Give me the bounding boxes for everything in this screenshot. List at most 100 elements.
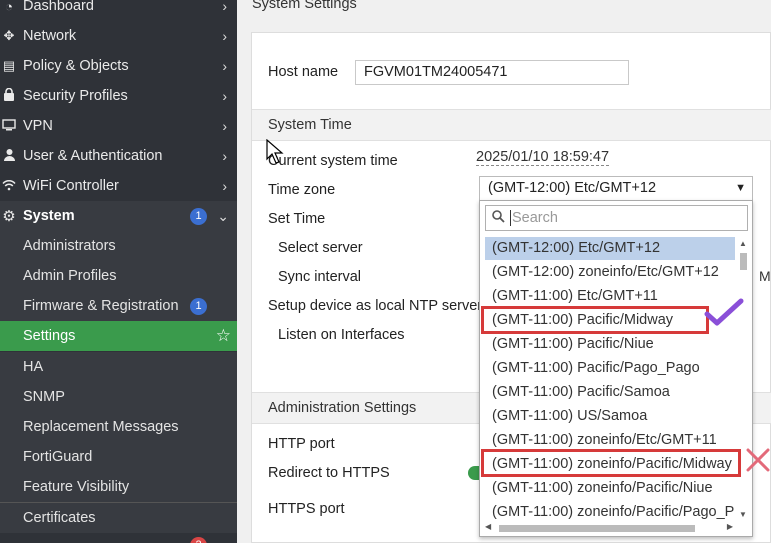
notification-badge: 1 [190,297,207,315]
timezone-option[interactable]: (GMT-11:00) Pacific/Samoa [485,381,735,404]
sidebar-item-label: Firmware & Registration [23,298,179,314]
sidebar-item-snmp[interactable]: SNMP [0,382,237,412]
sidebar-item-label: System [23,208,75,224]
scroll-up-icon[interactable]: ▲ [739,239,747,248]
highlight-box-zoneinfo-midway [481,449,741,477]
sidebar-item-label: VPN [23,118,53,134]
sidebar-item-label: Feature Visibility [23,479,130,495]
sidebar-item-firmware-registration[interactable]: Firmware & Registration 1 [0,291,237,321]
system-time-section-header: System Time [252,109,771,141]
sidebar-item-settings[interactable]: Settings ☆ [0,321,237,351]
scroll-left-icon[interactable]: ◀ [485,522,491,531]
timezone-label: Time zone [268,182,336,198]
ntp-server-label: Setup device as local NTP server [268,298,483,314]
set-time-label: Set Time [268,211,326,227]
user-icon [0,148,18,164]
network-icon: ✥ [3,28,15,43]
vertical-scrollbar[interactable]: ▲ ▼ [737,239,749,519]
notification-badge: 2 [190,537,207,543]
chevron-right-icon: › [222,178,227,194]
sidebar-item-certificates[interactable]: Certificates [0,503,237,533]
timezone-search-input[interactable]: Search [485,205,748,231]
sidebar-item-label: Administrators [23,238,116,254]
sidebar-item-network[interactable]: ✥ Network › [0,21,237,51]
https-port-label: HTTPS port [268,501,345,517]
sidebar-item-label: SNMP [23,389,65,405]
chevron-right-icon: › [222,0,227,14]
timezone-option[interactable]: (GMT-11:00) Pacific/Pago_Pago [485,357,735,380]
monitor-icon [0,118,18,134]
horizontal-scrollbar[interactable]: ◀ ▶ [485,522,733,534]
chevron-right-icon: › [222,88,227,104]
timezone-option[interactable]: (GMT-11:00) zoneinfo/Pacific/Niue [485,477,735,500]
lock-icon [0,87,18,104]
policy-icon: ▤ [2,58,16,73]
sidebar-item-fortiguard[interactable]: FortiGuard [0,442,237,472]
wifi-icon [0,179,18,194]
sidebar-item-security-profiles[interactable]: Security Profiles › [0,81,237,111]
chevron-right-icon: › [222,58,227,74]
sidebar-item-label: FortiGuard [23,449,93,465]
timezone-option[interactable]: (GMT-11:00) zoneinfo/Pacific/Pago_Pago [485,501,735,524]
truncated-text: M [759,268,771,284]
sidebar-item-feature-visibility[interactable]: Feature Visibility [0,472,237,502]
chevron-right-icon: › [222,118,227,134]
sidebar-item-label: HA [23,359,44,375]
select-server-label: Select server [278,240,363,256]
http-port-label: HTTP port [268,436,335,452]
sidebar-item-label: User & Authentication [23,148,163,164]
sidebar-item-partial[interactable]: 2 [0,533,237,543]
sidebar-item-label: Replacement Messages [23,419,179,435]
cross-icon [746,448,770,472]
sidebar-item-policy-objects[interactable]: ▤ Policy & Objects › [0,51,237,81]
sidebar-nav: ◔ Dashboard › ✥ Network › ▤ Policy & Obj… [0,0,237,543]
chevron-right-icon: › [222,148,227,164]
hostname-label: Host name [268,64,339,80]
scrollbar-thumb[interactable] [499,525,695,532]
sidebar-item-vpn[interactable]: VPN › [0,111,237,141]
star-icon[interactable]: ☆ [216,326,231,346]
search-icon [492,210,505,226]
sidebar-item-admin-profiles[interactable]: Admin Profiles [0,261,237,291]
current-time-value: 2025/01/10 18:59:47 [476,149,610,166]
page-title: System Settings [252,0,357,12]
sidebar-item-administrators[interactable]: Administrators [0,231,237,261]
hostname-input[interactable]: FGVM01TM24005471 [355,60,629,85]
dashboard-icon: ◔ [5,0,13,14]
timezone-option[interactable]: (GMT-11:00) Etc/GMT+11 [485,285,735,308]
listen-interfaces-label: Listen on Interfaces [278,327,405,343]
sidebar-item-label: WiFi Controller [23,178,119,194]
search-placeholder: Search [510,210,558,226]
caret-down-icon: ▼ [735,182,746,194]
current-time-label: Current system time [268,153,398,169]
timezone-option[interactable]: (GMT-12:00) Etc/GMT+12 [485,237,735,260]
scroll-right-icon[interactable]: ▶ [727,522,733,531]
timezone-option[interactable]: (GMT-12:00) zoneinfo/Etc/GMT+12 [485,261,735,284]
scroll-down-icon[interactable]: ▼ [739,510,747,519]
redirect-https-label: Redirect to HTTPS [268,465,390,481]
timezone-dropdown: Search (GMT-12:00) Etc/GMT+12 (GMT-12:00… [479,200,753,537]
sidebar-item-wifi-controller[interactable]: WiFi Controller › [0,171,237,201]
chevron-down-icon: ⌄ [217,207,229,224]
timezone-selected-value: (GMT-12:00) Etc/GMT+12 [488,180,657,196]
sidebar-item-label: Dashboard [23,0,94,14]
sidebar-item-label: Admin Profiles [23,268,117,284]
sidebar-item-label: Network [23,28,77,44]
timezone-option[interactable]: (GMT-11:00) US/Samoa [485,405,735,428]
timezone-select[interactable]: (GMT-12:00) Etc/GMT+12 ▼ [479,176,753,201]
sidebar-item-system[interactable]: ⚙ System 1 ⌄ [0,201,237,231]
scrollbar-thumb[interactable] [740,253,747,270]
notification-badge: 1 [190,207,207,225]
sidebar-item-user-auth[interactable]: User & Authentication › [0,141,237,171]
sidebar-item-label: Security Profiles [23,88,128,104]
timezone-option[interactable]: (GMT-11:00) Pacific/Niue [485,333,735,356]
gear-icon: ⚙ [2,208,16,225]
sidebar-item-label: Certificates [23,510,96,526]
check-icon [704,298,744,326]
sidebar-item-replacement-messages[interactable]: Replacement Messages [0,412,237,442]
sync-interval-label: Sync interval [278,269,362,285]
highlight-box-midway [481,306,709,334]
sidebar-item-label: Settings [23,328,76,344]
sidebar-item-dashboard[interactable]: ◔ Dashboard › [0,0,237,21]
sidebar-item-ha[interactable]: HA [0,352,237,382]
